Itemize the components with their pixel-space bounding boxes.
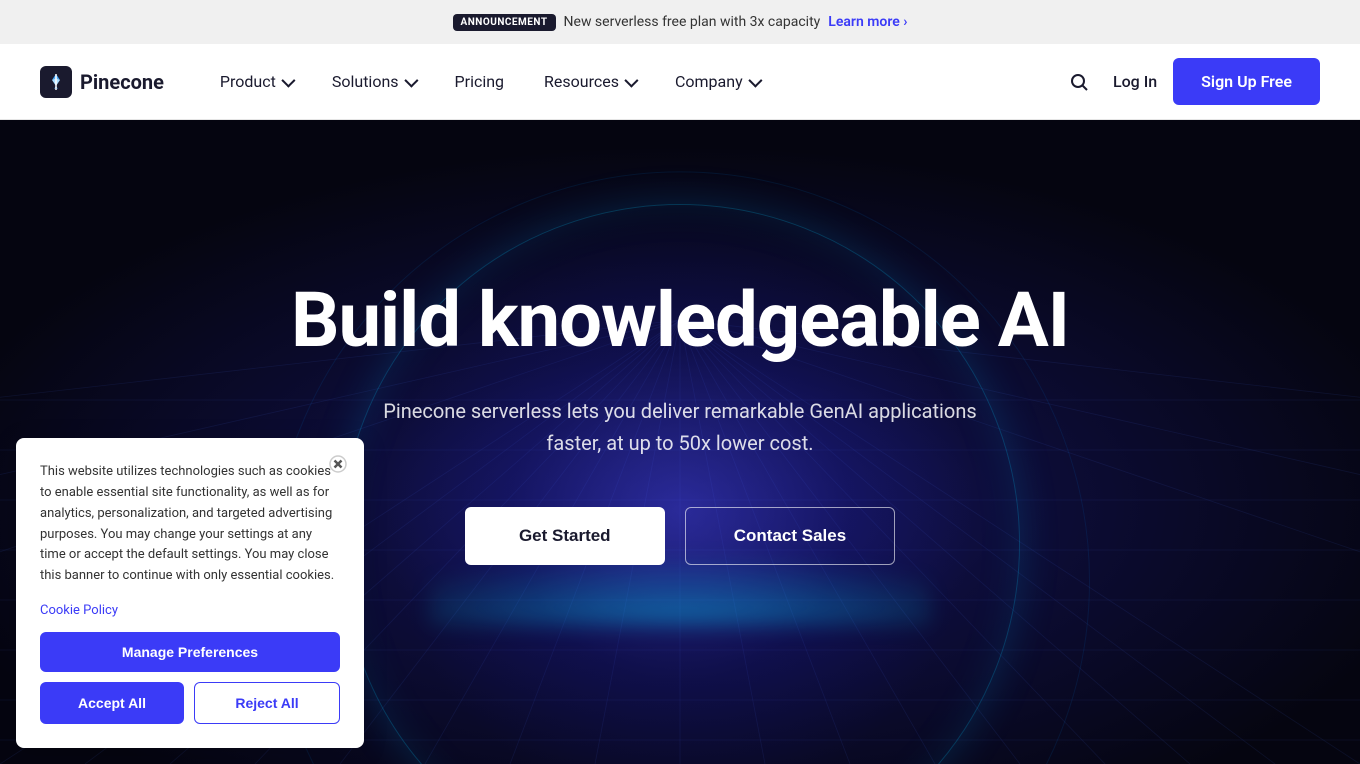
hero-buttons: Get Started Contact Sales [465, 507, 895, 565]
search-icon [1069, 72, 1089, 92]
hero-section: Build knowledgeable AI Pinecone serverle… [0, 120, 1360, 764]
nav-solutions[interactable]: Solutions [316, 64, 431, 99]
accept-all-button[interactable]: Accept All [40, 682, 184, 724]
nav-right: Log In Sign Up Free [1061, 58, 1320, 105]
announcement-link[interactable]: Learn more › [828, 14, 907, 30]
nav-pricing[interactable]: Pricing [439, 64, 521, 99]
nav-resources[interactable]: Resources [528, 64, 651, 99]
nav-product[interactable]: Product [204, 64, 308, 99]
cookie-buttons: Manage Preferences Accept All Reject All [40, 632, 340, 724]
cookie-banner: This website utilizes technologies such … [16, 438, 364, 748]
cookie-bottom-buttons: Accept All Reject All [40, 682, 340, 724]
search-button[interactable] [1061, 64, 1097, 100]
announcement-text: New serverless free plan with 3x capacit… [564, 14, 821, 30]
get-started-button[interactable]: Get Started [465, 507, 665, 565]
nav-links: Product Solutions Pricing Resources Comp… [204, 64, 775, 99]
nav-left: Pinecone Product Solutions Pricing Resou… [40, 64, 775, 99]
hero-title: Build knowledgeable AI [291, 279, 1069, 363]
cookie-text: This website utilizes technologies such … [40, 462, 340, 587]
announcement-bar: ANNOUNCEMENT New serverless free plan wi… [0, 0, 1360, 44]
cookie-close-button[interactable] [324, 450, 352, 478]
hero-content: Build knowledgeable AI Pinecone serverle… [271, 279, 1089, 565]
close-icon [329, 455, 347, 473]
navbar: Pinecone Product Solutions Pricing Resou… [0, 44, 1360, 120]
pinecone-logo-svg [46, 72, 66, 92]
product-chevron-icon [281, 73, 295, 87]
reject-all-button[interactable]: Reject All [194, 682, 340, 724]
cookie-policy-link[interactable]: Cookie Policy [40, 603, 118, 618]
logo-text: Pinecone [80, 70, 164, 94]
login-link[interactable]: Log In [1113, 72, 1157, 91]
hero-subtitle: Pinecone serverless lets you deliver rem… [360, 395, 1000, 459]
signup-button[interactable]: Sign Up Free [1173, 58, 1320, 105]
nav-company[interactable]: Company [659, 64, 775, 99]
announcement-badge: ANNOUNCEMENT [453, 14, 556, 31]
resources-chevron-icon [624, 73, 638, 87]
company-chevron-icon [748, 73, 762, 87]
manage-preferences-button[interactable]: Manage Preferences [40, 632, 340, 672]
logo-icon [40, 66, 72, 98]
contact-sales-button[interactable]: Contact Sales [685, 507, 895, 565]
solutions-chevron-icon [404, 73, 418, 87]
logo[interactable]: Pinecone [40, 66, 164, 98]
